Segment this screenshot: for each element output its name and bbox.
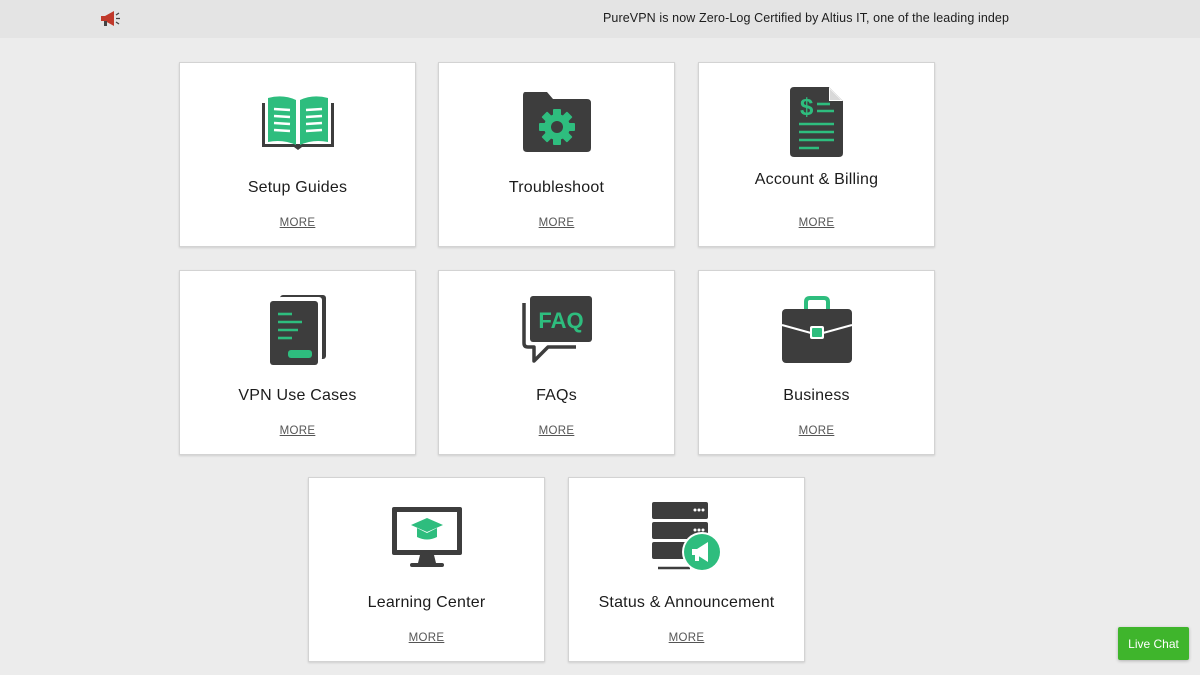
svg-text:$: $: [800, 94, 814, 121]
card-account-billing[interactable]: $ Account & Billing MORE: [698, 62, 935, 247]
more-link[interactable]: MORE: [439, 217, 674, 229]
open-book-icon: [261, 96, 334, 150]
card-faqs[interactable]: FAQ FAQs MORE: [438, 270, 675, 455]
card-title: Account & Billing: [754, 171, 879, 188]
more-link[interactable]: MORE: [699, 217, 934, 229]
card-business[interactable]: Business MORE: [698, 270, 935, 455]
more-link[interactable]: MORE: [180, 425, 415, 437]
more-link[interactable]: MORE: [699, 425, 934, 437]
folder-gear-icon: [522, 92, 591, 152]
more-link[interactable]: MORE: [439, 425, 674, 437]
card-title: Business: [783, 387, 850, 404]
card-vpn-use-cases[interactable]: VPN Use Cases MORE: [179, 270, 416, 455]
card-title: Status & Announcement: [598, 594, 775, 611]
card-title: Troubleshoot: [508, 179, 605, 196]
more-link[interactable]: MORE: [309, 632, 544, 644]
card-learning-center[interactable]: Learning Center MORE: [308, 477, 545, 662]
faq-bubble-icon: FAQ: [521, 296, 592, 363]
card-title: Learning Center: [367, 594, 486, 611]
billing-document-icon: $: [789, 87, 843, 157]
card-title: VPN Use Cases: [238, 387, 357, 404]
monitor-graduation-cap-icon: [391, 507, 462, 567]
announcement-text[interactable]: PureVPN is now Zero-Log Certified by Alt…: [603, 11, 1023, 25]
card-title: Setup Guides: [247, 179, 348, 196]
megaphone-icon[interactable]: [99, 9, 121, 29]
more-link[interactable]: MORE: [569, 632, 804, 644]
announcement-bar: PureVPN is now Zero-Log Certified by Alt…: [0, 0, 1200, 38]
server-megaphone-icon: [651, 502, 722, 572]
briefcase-icon: [781, 296, 852, 363]
more-link[interactable]: MORE: [180, 217, 415, 229]
svg-text:FAQ: FAQ: [538, 308, 583, 333]
card-setup-guides[interactable]: Setup Guides MORE: [179, 62, 416, 247]
card-troubleshoot[interactable]: Troubleshoot MORE: [438, 62, 675, 247]
card-status-announcement[interactable]: Status & Announcement MORE: [568, 477, 805, 662]
card-title: FAQs: [536, 387, 577, 404]
live-chat-button[interactable]: Live Chat: [1118, 627, 1189, 660]
documents-icon: [269, 295, 326, 365]
